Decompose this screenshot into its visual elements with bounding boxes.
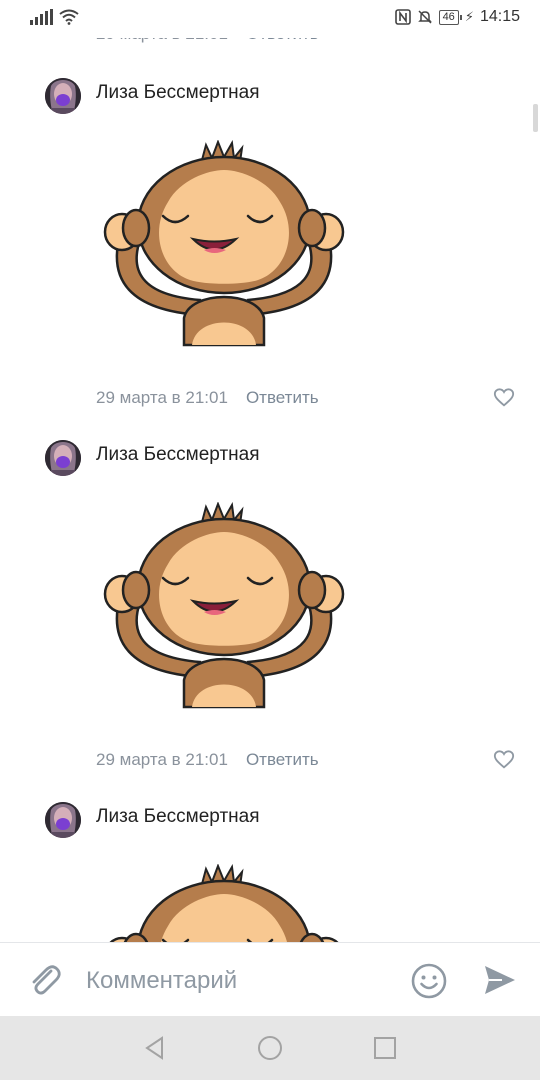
heart-icon[interactable] <box>493 387 515 409</box>
square-recent-icon[interactable] <box>371 1034 399 1062</box>
heart-icon[interactable] <box>493 749 515 771</box>
comment-author[interactable]: Лиза Бессмертная <box>96 806 260 828</box>
circle-home-icon[interactable] <box>256 1034 284 1062</box>
reply-link[interactable]: Ответить <box>246 388 319 408</box>
comment-meta: 29 марта в 21:01 Ответить <box>96 388 319 408</box>
send-icon[interactable] <box>482 962 518 998</box>
clock: 14:15 <box>479 8 520 25</box>
comment-date: 29 марта в 21:01 <box>96 750 228 769</box>
avatar[interactable] <box>45 440 81 476</box>
cell-signal-icon <box>30 9 53 25</box>
paperclip-icon[interactable] <box>25 961 63 999</box>
comment-meta: 29 марта в 21:01 Ответить <box>96 750 319 770</box>
system-nav-bar <box>0 1016 540 1080</box>
avatar[interactable] <box>45 802 81 838</box>
wifi-icon <box>59 9 79 25</box>
triangle-back-icon[interactable] <box>141 1034 169 1062</box>
comment-author[interactable]: Лиза Бессмертная <box>96 82 260 104</box>
status-right: 46 ⚡ 14:15 <box>394 8 520 26</box>
comment-author[interactable]: Лиза Бессмертная <box>96 444 260 466</box>
bell-muted-icon <box>417 10 432 24</box>
monkey-sticker <box>103 502 345 709</box>
comment-composer <box>0 942 540 1016</box>
smile-icon[interactable] <box>410 962 448 1000</box>
battery-icon: 46 <box>438 9 463 25</box>
monkey-sticker <box>103 140 345 347</box>
comment-input[interactable] <box>86 961 386 1001</box>
charging-icon: ⚡ <box>464 9 474 24</box>
status-bar: 46 ⚡ 14:15 <box>0 0 540 38</box>
status-left <box>30 9 79 25</box>
avatar[interactable] <box>45 78 81 114</box>
nfc-icon <box>394 9 411 25</box>
comment-date: 29 марта в 21:01 <box>96 388 228 407</box>
reply-link[interactable]: Ответить <box>246 750 319 770</box>
scrollbar-thumb[interactable] <box>533 104 538 132</box>
